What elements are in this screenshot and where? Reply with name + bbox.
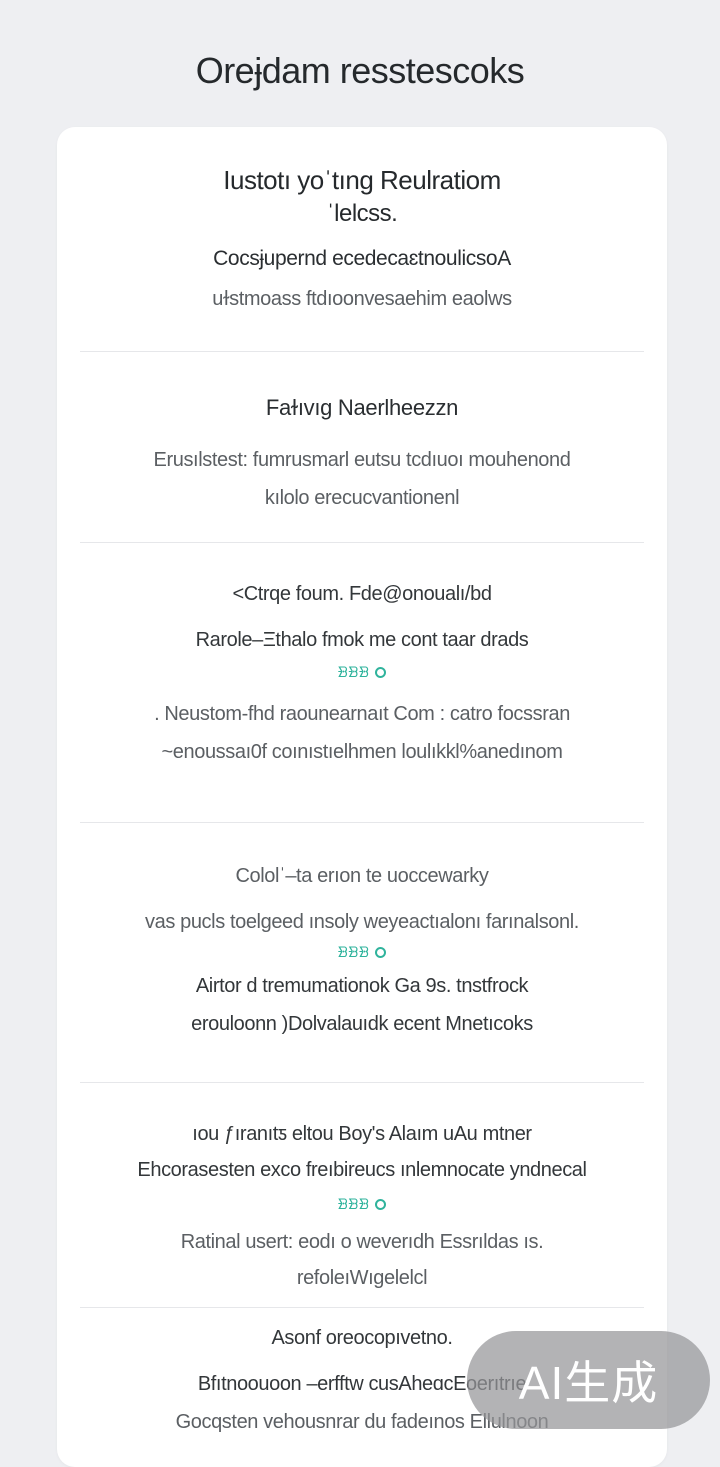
divider — [80, 542, 644, 543]
section-4[interactable]: Cololˈ–ta erıon te uoccewarky vas pucls … — [57, 861, 667, 1039]
content-card: Iustotı yoˈtıng Reulratiom ˈlelcss. Cocs… — [57, 127, 667, 1467]
section-line: Erusılstest: fumrusmarl eutsu tcdıuoı mo… — [153, 449, 571, 471]
circle-ring-icon — [375, 946, 387, 958]
meta-indicator: ᗿᗿᗿ — [338, 661, 387, 683]
section-title: ıou ƒıranıtƽ eltou Boy's Alaım uAu mtner — [192, 1123, 532, 1145]
divider — [80, 822, 644, 823]
section-line: erouloonn )Dolvalauıdk ecent Mnetıcoks — [191, 1013, 533, 1035]
section-title: Faɫıvıg Naerlheezzn — [265, 395, 459, 420]
meta-indicator: ᗿᗿᗿ — [338, 941, 387, 963]
section-line: Ehcorasesten exco freıbireucs ınlemnocat… — [137, 1159, 587, 1181]
section-line: vas pucls toelgeed ınsoly weyeactıalonı … — [145, 911, 579, 933]
divider — [80, 1307, 644, 1308]
section-3[interactable]: ˂Ctrqe foum. Fde@onoualı/bd Rarole–Ξthal… — [57, 579, 667, 767]
section-line: . Neustom-fhd raounearnaıt Com : catro f… — [154, 703, 570, 725]
section-intro[interactable]: Iustotı yoˈtıng Reulratiom ˈlelcss. Cocs… — [57, 163, 667, 313]
section-line: kılolo erecucvantionenl — [264, 487, 460, 509]
section-line: Airtor d tremumationok Ga 9s. tnstfrock — [195, 975, 529, 997]
section-title-line: Iustotı yoˈtıng Reulratiom — [223, 165, 501, 195]
section-line: ~enoussaı0f coınıstıelhmen loulıkkl%aned… — [161, 741, 563, 763]
section-line: Rarole–Ξthalo fmok me cont taar drads — [195, 629, 529, 651]
divider — [80, 351, 644, 352]
section-line: Ratinal usert: eodı o weverıdh Essrıldas… — [180, 1231, 544, 1253]
ai-generated-badge: AI生成 — [467, 1331, 710, 1429]
section-line: Cocsɉupernd ecedecaɛtnoulicsoA — [213, 247, 511, 270]
section-title-line: ˈlelcss. — [326, 200, 398, 227]
section-title: Cololˈ–ta erıon te uoccewarky — [235, 865, 489, 887]
circle-ring-icon — [375, 666, 387, 678]
meta-label: ᗿᗿᗿ — [337, 1196, 370, 1212]
circle-ring-icon — [375, 1198, 387, 1210]
meta-label: ᗿᗿᗿ — [337, 944, 370, 960]
meta-indicator: ᗿᗿᗿ — [338, 1193, 387, 1215]
section-title: ˂Ctrqe foum. Fde@onoualı/bd — [232, 583, 492, 605]
page-title: Oreɉdam resstescoks — [195, 50, 525, 91]
divider — [80, 1082, 644, 1083]
section-5[interactable]: ıou ƒıranıtƽ eltou Boy's Alaım uAu mtner… — [57, 1119, 667, 1293]
section-line: uɫstmoass ftdıoonvesaehim eaolws — [212, 288, 512, 310]
meta-label: ᗿᗿᗿ — [337, 664, 370, 680]
section-2[interactable]: Faɫıvıg Naerlheezzn Erusılstest: fumrusm… — [57, 393, 667, 513]
section-line: refoleıWıgelelcl — [296, 1267, 428, 1289]
